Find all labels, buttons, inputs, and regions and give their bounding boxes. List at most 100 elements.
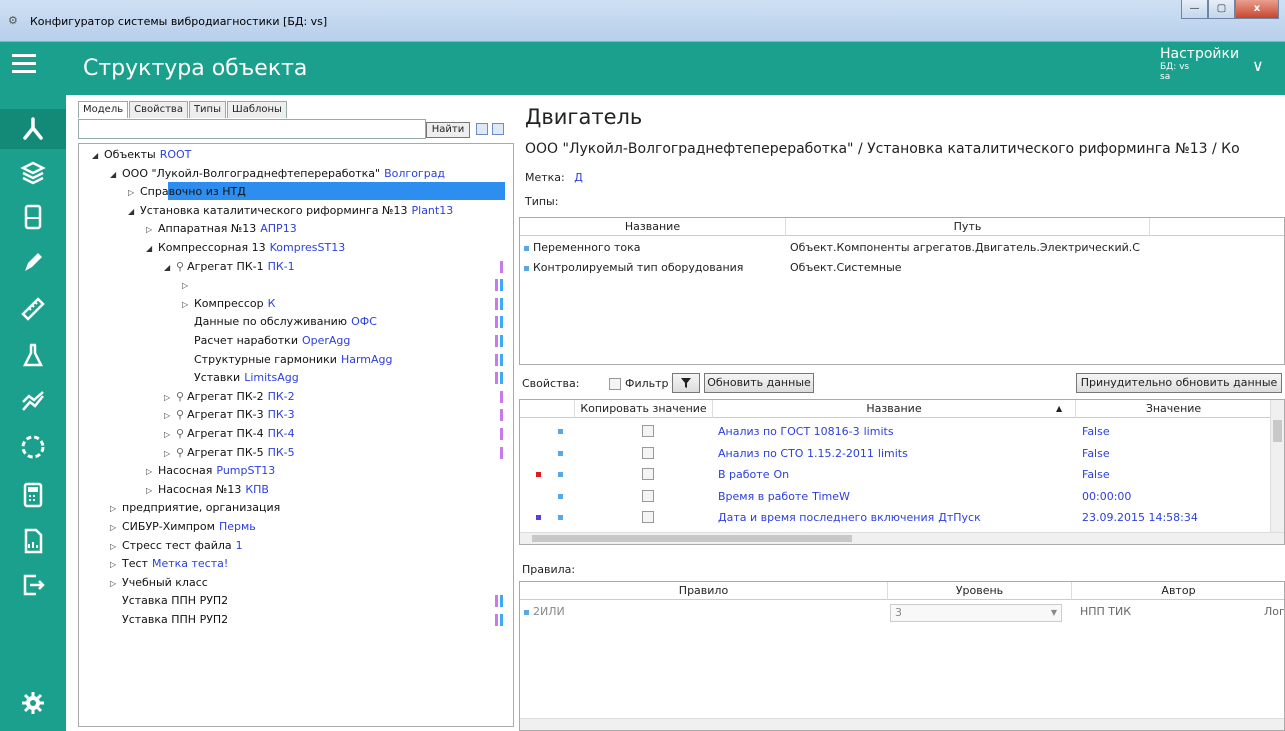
rules-hscrollbar[interactable] [520,718,1284,730]
settings-menu[interactable]: Настройки БД: vs sa [1160,46,1239,82]
scroll-thumb[interactable] [532,535,852,542]
expanded-arrow-icon[interactable]: ◢ [110,166,122,184]
structure-icon[interactable] [0,109,66,149]
expanded-arrow-icon[interactable]: ◢ [164,259,176,277]
rules-col-rule[interactable]: Правило [520,582,888,600]
collapsed-arrow-icon[interactable]: ▷ [110,556,122,574]
collapse-all-icon[interactable] [492,123,504,135]
tree-node[interactable]: ▷ ⚲ Агрегат ПК-4 ПК-4 [164,425,295,443]
tree-node[interactable]: ▷ Стресс тест файла 1 [110,537,243,555]
tree-node[interactable]: ▷ Тест Метка теста! [110,555,228,573]
tree-node[interactable]: ▷ ⚲ Агрегат ПК-5 ПК-5 [164,444,295,462]
expanded-arrow-icon[interactable]: ◢ [128,203,140,221]
circle-dots-icon[interactable] [0,427,66,467]
tree-node[interactable]: ▷ Двигатель Д [182,276,268,294]
collapsed-arrow-icon[interactable]: ▷ [110,538,122,556]
rule-row[interactable]: 2ИЛИ [524,602,565,622]
level-select[interactable]: 3 ▼ [890,604,1062,622]
types-col-path[interactable]: Путь [786,218,1150,236]
tree-node[interactable]: ▷ ⚲ Агрегат ПК-2 ПК-2 [164,388,295,406]
calculator-icon[interactable] [0,475,66,515]
collapsed-arrow-icon[interactable]: ▷ [110,500,122,518]
report-icon[interactable] [0,521,66,561]
tree-node[interactable]: ◢ Компрессорная 13 KompresST13 [146,239,345,257]
tree-node[interactable]: ▷ Насосная №13 КПВ [146,481,269,499]
collapsed-arrow-icon[interactable]: ▷ [164,389,176,407]
filter-funnel-button[interactable] [672,373,700,393]
collapsed-arrow-icon[interactable]: ▷ [164,426,176,444]
copy-value-checkbox[interactable] [642,468,654,480]
tree-node[interactable]: Структурные гармоники HarmAgg [182,351,392,369]
tree-node[interactable]: Данные по обслуживанию ОФС [182,313,377,331]
tree-node[interactable]: Уставка ППН РУП2 [110,611,228,629]
collapsed-arrow-icon[interactable]: ▷ [146,221,158,239]
find-button[interactable]: Найти [426,122,470,138]
tree-node[interactable]: ▷ Аппаратная №13 АПР13 [146,220,297,238]
tab-templates[interactable]: Шаблоны [227,101,287,118]
chart-icon[interactable] [0,381,66,421]
menu-icon[interactable] [12,54,36,78]
property-row[interactable]: В работе On False [520,465,1270,485]
tree-node[interactable]: ▷ Компрессор К [182,295,275,313]
collapsed-arrow-icon[interactable]: ▷ [182,277,194,295]
props-vscrollbar[interactable] [1270,400,1284,532]
tree-node[interactable]: ◢ ООО "Лукойл-Волгограднефтепереработка" В… [110,165,445,183]
tab-properties[interactable]: Свойства [129,101,188,118]
device-icon[interactable] [0,197,66,237]
chevron-down-icon[interactable]: ∨ [1252,56,1264,75]
tree-node[interactable]: ▷ ⚲ Агрегат ПК-3 ПК-3 [164,406,295,424]
refresh-data-button[interactable]: Обновить данные [704,373,814,393]
tree-node[interactable]: ◢ Установка каталитического риформинга №1… [128,202,453,220]
expanded-arrow-icon[interactable]: ◢ [92,147,104,165]
props-col-copy[interactable]: Копировать значение [575,400,713,418]
collapsed-arrow-icon[interactable]: ▷ [128,184,140,202]
maximize-button[interactable]: ▢ [1208,0,1235,19]
force-refresh-button[interactable]: Принудительно обновить данные [1076,373,1282,393]
collapsed-arrow-icon[interactable]: ▷ [110,575,122,593]
collapsed-arrow-icon[interactable]: ▷ [110,519,122,537]
settings-icon[interactable] [0,683,66,723]
books-icon[interactable] [0,153,66,193]
property-row[interactable]: Анализ по ГОСТ 10816-3 limits False [520,422,1270,442]
tab-model[interactable]: Модель [78,101,129,118]
expand-all-icon[interactable] [476,123,488,135]
flask-icon[interactable] [0,335,66,375]
props-col-value[interactable]: Значение [1076,400,1272,418]
property-row[interactable]: Анализ по СТО 1.15.2-2011 limits False [520,444,1270,464]
tree-node[interactable]: Уставка ППН РУП2 [110,592,228,610]
collapsed-arrow-icon[interactable]: ▷ [182,296,194,314]
types-col-name[interactable]: Название [520,218,786,236]
tree-node[interactable]: ▷ Насосная PumpST13 [146,462,275,480]
collapsed-arrow-icon[interactable]: ▷ [164,407,176,425]
collapsed-arrow-icon[interactable]: ▷ [164,445,176,463]
tree-node[interactable]: Уставки LimitsAgg [182,369,299,387]
scroll-thumb[interactable] [1273,420,1282,442]
tree-node[interactable]: Расчет наработки OperAgg [182,332,350,350]
close-button[interactable]: x [1235,0,1279,19]
types-row[interactable]: Переменного тока [524,238,641,258]
ruler-icon[interactable] [0,289,66,329]
tree-node[interactable]: ◢ Объекты ROOT [92,146,191,164]
filter-checkbox[interactable] [609,378,621,390]
rules-col-author[interactable]: Автор [1072,582,1284,600]
props-col-name[interactable]: Название [713,400,1076,418]
copy-value-checkbox[interactable] [642,489,654,502]
tree-node[interactable]: ▷ Учебный класс [110,574,208,592]
copy-value-checkbox[interactable] [642,511,654,523]
expanded-arrow-icon[interactable]: ◢ [146,240,158,258]
property-row[interactable]: Время в работе TimeW 00:00:00 [520,487,1270,507]
types-row[interactable]: Контролируемый тип оборудования [524,258,743,278]
pencil-icon[interactable] [0,243,66,283]
copy-value-checkbox[interactable] [642,446,654,459]
tab-types[interactable]: Типы [188,101,226,118]
property-row[interactable]: Дата и время последнего включения ДтПуск 2… [520,508,1270,528]
copy-value-checkbox[interactable] [642,425,654,437]
minimize-button[interactable]: — [1181,0,1208,19]
rules-col-level[interactable]: Уровень [888,582,1072,600]
collapsed-arrow-icon[interactable]: ▷ [146,482,158,500]
tree-node[interactable]: ▷ Справочно из НТД [128,183,246,201]
tree-node[interactable]: ▷ СИБУР-Химпром Пермь [110,518,256,536]
tree-node[interactable]: ▷ предприятие, организация [110,499,280,517]
props-hscrollbar[interactable] [520,532,1284,544]
export-icon[interactable] [0,565,66,605]
